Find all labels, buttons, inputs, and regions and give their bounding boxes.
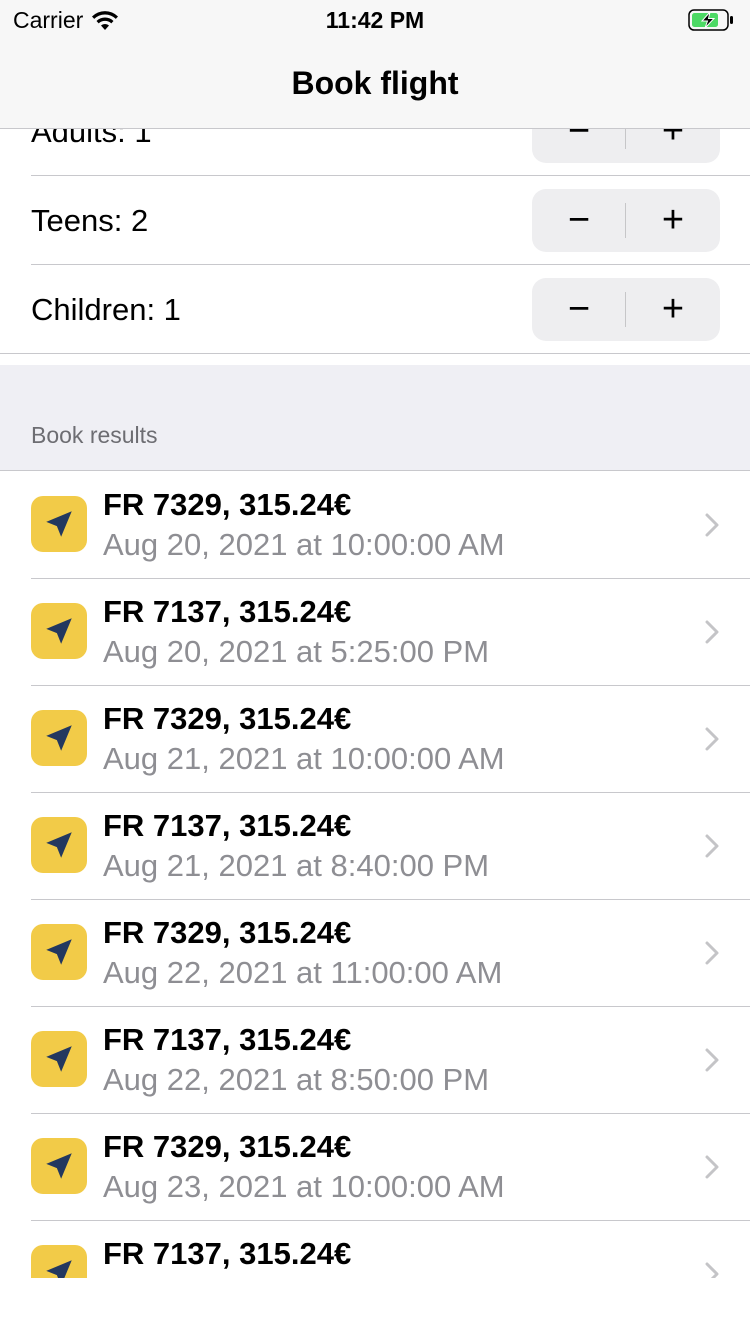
- battery-charging-icon: [688, 9, 733, 31]
- chevron-right-icon: [705, 513, 719, 537]
- paper-plane-icon: [31, 1138, 87, 1194]
- teens-decrement-button[interactable]: −: [532, 189, 626, 252]
- status-bar: Carrier 11:42 PM: [0, 0, 750, 40]
- paper-plane-icon: [31, 603, 87, 659]
- result-datetime: Aug 23, 2021 at 10:00:00 AM: [103, 1169, 505, 1204]
- result-title: FR 7329, 315.24€: [103, 915, 352, 950]
- adults-label: Adults: 1: [31, 129, 152, 149]
- stepper-divider: [625, 129, 626, 149]
- children-decrement-button[interactable]: −: [532, 278, 626, 341]
- result-datetime: Aug 20, 2021 at 10:00:00 AM: [103, 527, 505, 562]
- book-results-list: FR 7329, 315.24€ Aug 20, 2021 at 10:00:0…: [0, 472, 750, 1278]
- children-increment-button[interactable]: +: [626, 278, 720, 341]
- result-row[interactable]: FR 7329, 315.24€ Aug 23, 2021 at 10:00:0…: [0, 1114, 750, 1221]
- result-row[interactable]: FR 7137, 315.24€ Aug 20, 2021 at 5:25:00…: [0, 579, 750, 686]
- stepper-divider: [625, 292, 626, 327]
- result-row[interactable]: FR 7137, 315.24€: [0, 1221, 750, 1278]
- section-header-title: Book results: [31, 422, 158, 448]
- navigation-bar: Book flight: [0, 40, 750, 129]
- chevron-right-icon: [705, 727, 719, 751]
- row-separator: [0, 353, 750, 354]
- result-datetime: Aug 21, 2021 at 10:00:00 AM: [103, 741, 505, 776]
- paper-plane-icon: [31, 924, 87, 980]
- paper-plane-icon: [31, 1245, 87, 1278]
- adults-decrement-button[interactable]: −: [532, 129, 626, 163]
- chevron-right-icon: [705, 1155, 719, 1179]
- teens-stepper: − +: [532, 189, 720, 252]
- result-title: FR 7137, 315.24€: [103, 1022, 352, 1057]
- adults-stepper: − +: [532, 129, 720, 163]
- paper-plane-icon: [31, 1031, 87, 1087]
- chevron-right-icon: [705, 1048, 719, 1072]
- chevron-right-icon: [705, 941, 719, 965]
- section-header: Book results: [0, 365, 750, 471]
- result-title: FR 7137, 315.24€: [103, 1236, 352, 1271]
- passenger-steppers: Adults: 1 − + Teens: 2 − + Children: 1 −…: [0, 129, 750, 354]
- adults-increment-button[interactable]: +: [626, 129, 720, 163]
- result-row[interactable]: FR 7137, 315.24€ Aug 21, 2021 at 8:40:00…: [0, 793, 750, 900]
- passenger-row-adults: Adults: 1 − +: [0, 129, 750, 176]
- result-title: FR 7137, 315.24€: [103, 808, 352, 843]
- result-datetime: Aug 22, 2021 at 11:00:00 AM: [103, 955, 503, 990]
- paper-plane-icon: [31, 817, 87, 873]
- teens-increment-button[interactable]: +: [626, 189, 720, 252]
- paper-plane-icon: [31, 496, 87, 552]
- page-title: Book flight: [291, 65, 459, 101]
- passenger-row-teens: Teens: 2 − +: [0, 176, 750, 265]
- status-time: 11:42 PM: [325, 7, 425, 33]
- teens-label: Teens: 2: [31, 203, 149, 238]
- result-row[interactable]: FR 7329, 315.24€ Aug 21, 2021 at 10:00:0…: [0, 686, 750, 793]
- chevron-right-icon: [705, 620, 719, 644]
- chevron-right-icon: [705, 834, 719, 858]
- result-row[interactable]: FR 7329, 315.24€ Aug 22, 2021 at 11:00:0…: [0, 900, 750, 1007]
- result-datetime: Aug 22, 2021 at 8:50:00 PM: [103, 1062, 490, 1097]
- passenger-row-children: Children: 1 − +: [0, 265, 750, 354]
- result-datetime: Aug 21, 2021 at 8:40:00 PM: [103, 848, 490, 883]
- children-label: Children: 1: [31, 292, 181, 327]
- result-title: FR 7329, 315.24€: [103, 1129, 352, 1164]
- result-datetime: Aug 20, 2021 at 5:25:00 PM: [103, 634, 490, 669]
- result-title: FR 7329, 315.24€: [103, 487, 352, 522]
- result-title: FR 7329, 315.24€: [103, 701, 352, 736]
- result-row[interactable]: FR 7137, 315.24€ Aug 22, 2021 at 8:50:00…: [0, 1007, 750, 1114]
- chevron-right-icon: [705, 1262, 719, 1278]
- children-stepper: − +: [532, 278, 720, 341]
- paper-plane-icon: [31, 710, 87, 766]
- result-title: FR 7137, 315.24€: [103, 594, 352, 629]
- result-row[interactable]: FR 7329, 315.24€ Aug 20, 2021 at 10:00:0…: [0, 472, 750, 579]
- scroll-content[interactable]: Adults: 1 − + Teens: 2 − + Children: 1 −…: [0, 129, 750, 1278]
- stepper-divider: [625, 203, 626, 238]
